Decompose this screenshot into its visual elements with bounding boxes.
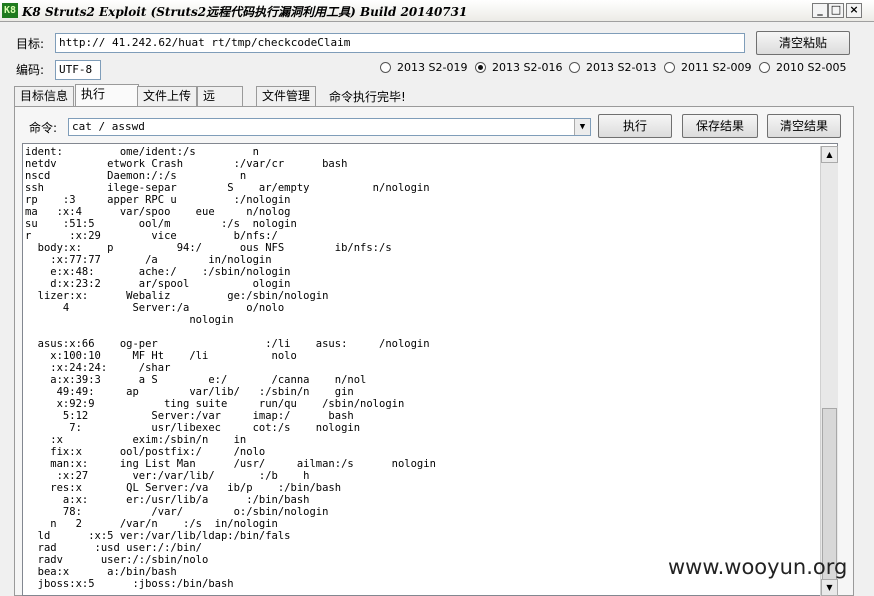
radio-label: 2013 S2-013 <box>586 61 657 74</box>
output-line: body:x: p 94:/ ous NFS ib/nfs:/s <box>25 242 392 254</box>
output-line: 78: /var/ o:/sbin/nologin <box>25 506 329 518</box>
scroll-up-icon[interactable]: ▲ <box>821 146 838 163</box>
output-line: asus:x:66 og-per :/li asus: /nologin <box>25 338 430 350</box>
radio-s2-005[interactable]: 2010 S2-005 <box>759 61 846 74</box>
radio-circle-icon <box>664 62 675 73</box>
radio-s2-019[interactable]: 2013 S2-019 <box>380 61 467 74</box>
tab-remote[interactable]: 远 <box>197 86 243 106</box>
encoding-input[interactable]: UTF-8 <box>55 60 101 80</box>
output-line: e:x:48: ache:/ :/sbin/nologin <box>25 266 291 278</box>
output-line: :x exim:/sbin/n in <box>25 434 247 446</box>
output-line: lizer:x: Webaliz ge:/sbin/nologin <box>25 290 329 302</box>
output-line: 4 Server:/a o/nolo <box>25 302 285 314</box>
output-line: 7: usr/libexec cot:/s nologin <box>25 422 361 434</box>
output-line: fix:x ool/postfix:/ /nolo <box>25 446 266 458</box>
output-line: x:100:10 MF Ht /li nolo <box>25 350 297 362</box>
minimize-button[interactable]: _ <box>812 3 828 18</box>
radio-label: 2013 S2-019 <box>397 61 468 74</box>
output-line: :x:24:24: /shar <box>25 362 171 374</box>
dropdown-arrow-icon[interactable]: ▼ <box>574 119 590 135</box>
command-value: cat / asswd <box>72 120 145 133</box>
tab-file-upload[interactable]: 文件上传 <box>137 86 198 106</box>
watermark: www.wooyun.org <box>668 555 848 579</box>
save-result-button[interactable]: 保存结果 <box>682 114 758 138</box>
output-line: rp :3 apper RPC u :/nologin <box>25 194 291 206</box>
radio-label: 2010 S2-005 <box>776 61 847 74</box>
output-line: radv user:/:/sbin/nolo <box>25 554 209 566</box>
output-line: nscd Daemon:/:/s n <box>25 170 247 182</box>
output-line: nologin <box>25 314 234 326</box>
output-line: :x:77:77 /a in/nologin <box>25 254 272 266</box>
radio-s2-016[interactable]: 2013 S2-016 <box>475 61 562 74</box>
target-url-input[interactable]: http:// 41.242.62/huat rt/tmp/checkcodeC… <box>55 33 745 53</box>
maximize-button[interactable]: □ <box>828 3 844 18</box>
window-title: K8 Struts2 Exploit (Struts2远程代码执行漏洞利用工具)… <box>22 5 468 19</box>
output-line: a:x:39:3 a S e:/ /canna n/nol <box>25 374 367 386</box>
output-line: a:x: er:/usr/lib/a :/bin/bash <box>25 494 310 506</box>
output-line: d:x:23:2 ar/spool ologin <box>25 278 291 290</box>
output-line: r :x:29 vice b/nfs:/ <box>25 230 278 242</box>
radio-label: 2013 S2-016 <box>492 61 563 74</box>
output-line: su :51:5 ool/m :/s nologin <box>25 218 297 230</box>
output-line: x:92:9 ting suite run/qu /sbin/nologin <box>25 398 405 410</box>
status-text: 命令执行完毕! <box>329 90 406 104</box>
title-bar: K8 K8 Struts2 Exploit (Struts2远程代码执行漏洞利用… <box>0 0 874 22</box>
output-line: ssh ilege-separ S ar/empty n/nologin <box>25 182 430 194</box>
close-button[interactable]: × <box>846 3 862 18</box>
output-line: n 2 /var/n :/s in/nologin <box>25 518 278 530</box>
radio-circle-icon <box>759 62 770 73</box>
output-line: bea:x a:/bin/bash <box>25 566 177 578</box>
radio-circle-icon <box>569 62 580 73</box>
output-line: 49:49: ap var/lib/ :/sbin/n gin <box>25 386 354 398</box>
output-line: ident: ome/ident:/s n <box>25 146 259 158</box>
tab-file-manager[interactable]: 文件管理 <box>256 86 317 106</box>
tab-target-info[interactable]: 目标信息 <box>14 86 75 106</box>
output-line: man:x: ing List Man /usr/ ailman:/s nolo… <box>25 458 436 470</box>
command-combobox[interactable]: cat / asswd ▼ <box>68 118 591 136</box>
output-line: jboss:x:5 :jboss:/bin/bash <box>25 578 234 590</box>
output-line: netdv etwork Crash :/var/cr bash <box>25 158 348 170</box>
app-icon: K8 <box>2 3 18 18</box>
output-text: ident: ome/ident:/s n netdv etwork Crash … <box>25 146 436 590</box>
vertical-scrollbar[interactable]: ▲ ▼ <box>820 146 838 596</box>
output-line: res:x QL Server:/va ib/p :/bin/bash <box>25 482 342 494</box>
target-label: 目标: <box>16 37 45 51</box>
encoding-label: 编码: <box>16 63 45 77</box>
clear-result-button[interactable]: 清空结果 <box>767 114 841 138</box>
radio-s2-009[interactable]: 2011 S2-009 <box>664 61 751 74</box>
output-line: ld :x:5 ver:/var/lib/ldap:/bin/fals <box>25 530 291 542</box>
radio-circle-selected-icon <box>475 62 486 73</box>
output-line: 5:12 Server:/var imap:/ bash <box>25 410 354 422</box>
output-line: rad :usd user:/:/bin/ <box>25 542 203 554</box>
radio-label: 2011 S2-009 <box>681 61 752 74</box>
tab-execute[interactable]: 执行 <box>75 84 139 107</box>
output-line: ma :x:4 var/spoo eue n/nolog <box>25 206 291 218</box>
execute-button[interactable]: 执行 <box>598 114 672 138</box>
command-output[interactable]: ident: ome/ident:/s n netdv etwork Crash … <box>22 143 838 596</box>
clear-paste-button[interactable]: 清空粘贴 <box>756 31 850 55</box>
radio-s2-013[interactable]: 2013 S2-013 <box>569 61 656 74</box>
scroll-down-icon[interactable]: ▼ <box>821 579 838 596</box>
radio-circle-icon <box>380 62 391 73</box>
output-line: :x:27 ver:/var/lib/ :/b h <box>25 470 310 482</box>
command-label: 命令: <box>29 121 58 135</box>
